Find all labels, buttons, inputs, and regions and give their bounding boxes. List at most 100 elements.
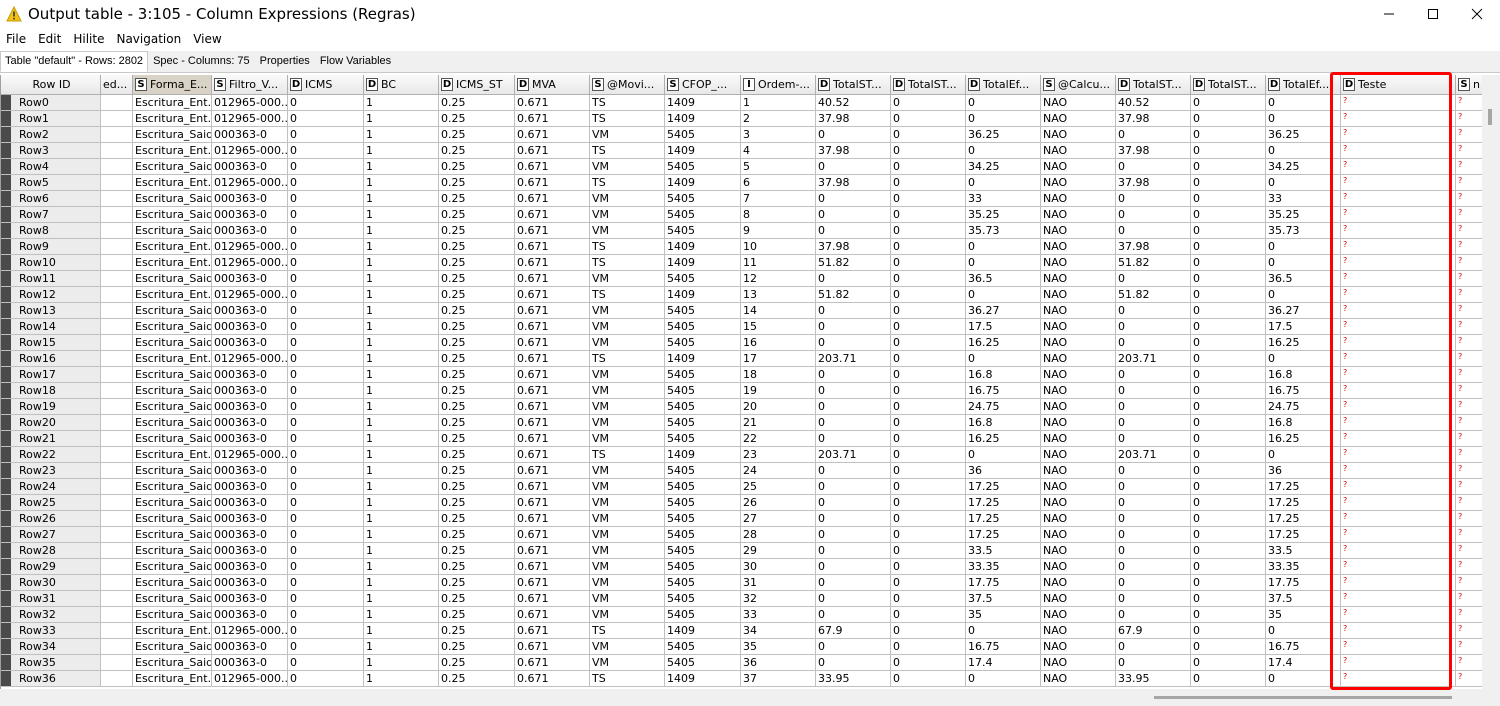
- table-cell[interactable]: 0: [1116, 463, 1191, 479]
- table-cell[interactable]: [101, 287, 133, 303]
- table-cell[interactable]: NAO: [1041, 431, 1116, 447]
- table-cell[interactable]: 0.25: [439, 527, 515, 543]
- table-cell[interactable]: [101, 415, 133, 431]
- table-cell[interactable]: 16.8: [1266, 367, 1341, 383]
- table-cell[interactable]: 0: [1191, 239, 1266, 255]
- table-cell[interactable]: 0: [816, 383, 891, 399]
- table-cell[interactable]: 000363-0: [212, 207, 288, 223]
- table-cell[interactable]: 1: [364, 543, 439, 559]
- horizontal-scrollbar[interactable]: [0, 689, 1500, 706]
- table-cell[interactable]: 0.671: [515, 399, 590, 415]
- tab-spec[interactable]: Spec - Columns: 75: [148, 51, 255, 72]
- table-row[interactable]: Row8 Escritura_Saida 000363-0 0 1 0.25 0.671 VM…: [1, 223, 1482, 239]
- table-cell[interactable]: VM: [590, 415, 665, 431]
- table-cell[interactable]: 37.98: [816, 111, 891, 127]
- table-cell[interactable]: 37.98: [816, 239, 891, 255]
- table-cell[interactable]: 0: [816, 591, 891, 607]
- table-cell[interactable]: 000363-0: [212, 479, 288, 495]
- table-cell[interactable]: 0: [891, 511, 966, 527]
- table-cell[interactable]: NAO: [1041, 527, 1116, 543]
- table-cell[interactable]: 0: [816, 399, 891, 415]
- table-cell[interactable]: 0.25: [439, 111, 515, 127]
- table-cell[interactable]: 33.95: [816, 671, 891, 687]
- table-cell[interactable]: 0: [1191, 159, 1266, 175]
- table-cell[interactable]: 22: [741, 431, 816, 447]
- table-cell[interactable]: 0: [1116, 223, 1191, 239]
- table-cell[interactable]: 1409: [665, 111, 741, 127]
- table-cell[interactable]: 3: [741, 127, 816, 143]
- table-cell[interactable]: NAO: [1041, 207, 1116, 223]
- table-cell[interactable]: 0.671: [515, 191, 590, 207]
- column-header[interactable]: D TotalST...: [816, 75, 891, 95]
- table-cell[interactable]: ?: [1456, 415, 1482, 431]
- table-cell[interactable]: 0: [1191, 511, 1266, 527]
- table-cell[interactable]: ?: [1456, 95, 1482, 111]
- table-cell[interactable]: 0.25: [439, 623, 515, 639]
- table-cell[interactable]: 0: [288, 255, 364, 271]
- table-cell[interactable]: [101, 255, 133, 271]
- table-cell[interactable]: ?: [1456, 111, 1482, 127]
- table-cell[interactable]: 0.25: [439, 559, 515, 575]
- table-cell[interactable]: ?: [1341, 543, 1456, 559]
- table-cell[interactable]: 1409: [665, 351, 741, 367]
- table-cell[interactable]: 000363-0: [212, 127, 288, 143]
- table-cell[interactable]: [101, 575, 133, 591]
- table-cell[interactable]: 1: [364, 383, 439, 399]
- table-cell[interactable]: 1409: [665, 447, 741, 463]
- table-cell[interactable]: 0: [891, 351, 966, 367]
- table-cell[interactable]: VM: [590, 191, 665, 207]
- table-cell[interactable]: 4: [741, 143, 816, 159]
- table-cell[interactable]: 0: [891, 447, 966, 463]
- menu-hilite[interactable]: Hilite: [67, 32, 110, 46]
- table-cell[interactable]: 000363-0: [212, 607, 288, 623]
- table-cell[interactable]: 0: [1191, 655, 1266, 671]
- table-cell[interactable]: ?: [1341, 655, 1456, 671]
- table-cell[interactable]: 33.95: [1116, 671, 1191, 687]
- table-cell[interactable]: 37.98: [1116, 175, 1191, 191]
- table-cell[interactable]: 17.25: [966, 511, 1041, 527]
- table-cell[interactable]: 0.671: [515, 639, 590, 655]
- table-row[interactable]: Row4 Escritura_Saida 000363-0 0 1 0.25 0.671 VM…: [1, 159, 1482, 175]
- table-cell[interactable]: [101, 559, 133, 575]
- table-cell[interactable]: 1: [364, 191, 439, 207]
- table-cell[interactable]: VM: [590, 479, 665, 495]
- table-cell[interactable]: 0: [1191, 431, 1266, 447]
- table-cell[interactable]: VM: [590, 575, 665, 591]
- table-cell[interactable]: ?: [1341, 463, 1456, 479]
- table-cell[interactable]: 1409: [665, 175, 741, 191]
- table-cell[interactable]: 0: [891, 319, 966, 335]
- table-cell[interactable]: 0.671: [515, 559, 590, 575]
- table-cell[interactable]: 1: [364, 527, 439, 543]
- table-cell[interactable]: 0: [816, 655, 891, 671]
- table-cell[interactable]: 0: [891, 607, 966, 623]
- table-cell[interactable]: 0.25: [439, 191, 515, 207]
- table-cell[interactable]: [101, 335, 133, 351]
- table-cell[interactable]: 0: [1116, 527, 1191, 543]
- table-cell[interactable]: 0: [288, 303, 364, 319]
- vertical-scroll-thumb[interactable]: [1488, 109, 1492, 125]
- table-cell[interactable]: 0: [1191, 303, 1266, 319]
- row-id-cell[interactable]: Row33: [1, 623, 101, 639]
- table-cell[interactable]: [101, 351, 133, 367]
- row-id-cell[interactable]: Row18: [1, 383, 101, 399]
- table-cell[interactable]: 0: [1191, 575, 1266, 591]
- table-cell[interactable]: 33: [741, 607, 816, 623]
- table-cell[interactable]: Escritura_Saida: [133, 559, 212, 575]
- table-cell[interactable]: 0: [1191, 271, 1266, 287]
- table-cell[interactable]: 5405: [665, 335, 741, 351]
- table-cell[interactable]: 000363-0: [212, 415, 288, 431]
- table-cell[interactable]: VM: [590, 271, 665, 287]
- table-cell[interactable]: 0: [816, 415, 891, 431]
- table-cell[interactable]: ?: [1341, 479, 1456, 495]
- table-cell[interactable]: 0: [816, 575, 891, 591]
- table-cell[interactable]: 1: [364, 271, 439, 287]
- row-id-cell[interactable]: Row11: [1, 271, 101, 287]
- tab-table[interactable]: Table "default" - Rows: 2802: [0, 51, 149, 72]
- table-cell[interactable]: 5405: [665, 655, 741, 671]
- table-cell[interactable]: 37.98: [816, 175, 891, 191]
- table-cell[interactable]: 1: [364, 479, 439, 495]
- table-cell[interactable]: NAO: [1041, 671, 1116, 687]
- table-cell[interactable]: 0.671: [515, 463, 590, 479]
- table-cell[interactable]: ?: [1456, 159, 1482, 175]
- table-cell[interactable]: 0.671: [515, 351, 590, 367]
